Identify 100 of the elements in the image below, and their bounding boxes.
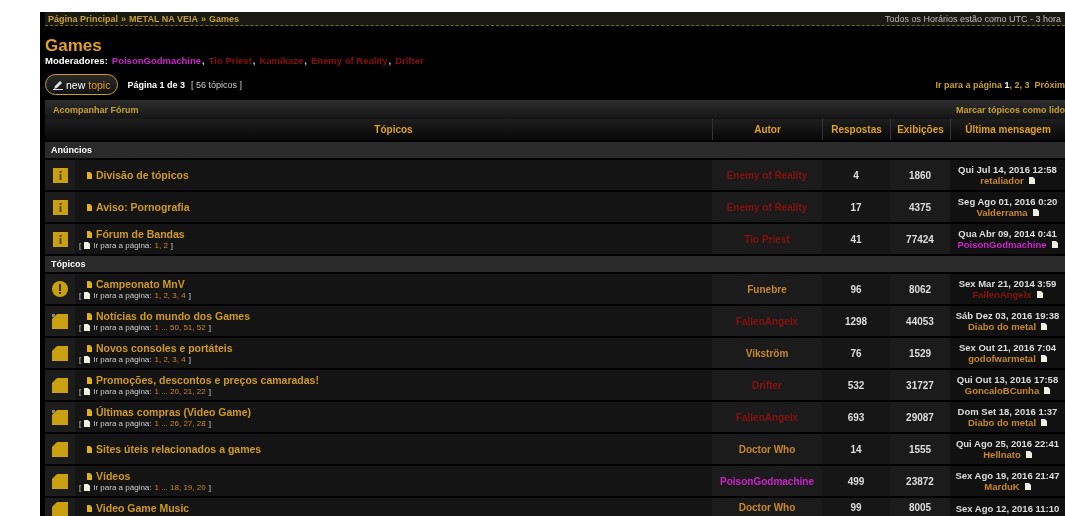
topic-icon xyxy=(52,377,68,393)
page-links[interactable]: 1, 2 xyxy=(154,241,168,250)
topic-count: [ 56 tópicos ] xyxy=(191,79,242,90)
view-post-icon xyxy=(1041,323,1048,330)
topic-title[interactable]: Divisão de tópicos xyxy=(96,169,189,181)
page-icon xyxy=(84,388,91,395)
views-count: 1860 xyxy=(890,160,950,190)
views-count: 4375 xyxy=(890,192,950,222)
views-count: 8005 xyxy=(890,498,950,516)
bracket: ] xyxy=(170,241,174,250)
topic-icon xyxy=(52,473,68,489)
bullet-icon xyxy=(87,376,92,384)
replies-count: 14 xyxy=(822,434,890,464)
topic-title[interactable]: Notícias do mundo dos Games xyxy=(96,310,251,322)
last-poster-link[interactable]: PoisonGodmachine xyxy=(957,239,1047,250)
page-links[interactable]: 1, 2, 3, 4 xyxy=(154,355,186,364)
view-post-icon xyxy=(1036,291,1043,298)
last-poster-link[interactable]: Valderrama xyxy=(976,207,1028,218)
topic-title[interactable]: Campeonato MnV xyxy=(96,278,185,290)
last-poster-link[interactable]: Hellnato xyxy=(983,449,1021,460)
pagination-links[interactable]: Ir para a página 1, 2, 3 Próxim xyxy=(935,79,1065,90)
pagination-label: Ir para a página: xyxy=(93,291,152,300)
column-header: Tópicos xyxy=(373,123,414,137)
topic-title[interactable]: Aviso: Pornografia xyxy=(96,201,190,213)
page-icon xyxy=(84,420,91,427)
view-post-icon xyxy=(1040,355,1047,362)
page-links[interactable]: 1 ... 26, 27, 28 xyxy=(154,419,206,428)
view-post-icon xyxy=(1051,241,1058,248)
bracket: ] xyxy=(208,483,211,492)
replies-count: 76 xyxy=(822,338,890,368)
views-count: 77424 xyxy=(890,224,950,254)
page-icon xyxy=(84,324,91,331)
author-link[interactable]: Funebre xyxy=(747,283,787,295)
page-info: Página 1 de 3 xyxy=(127,79,185,90)
topic-title[interactable]: Últimas compras (Video Game) xyxy=(96,406,252,418)
bracket: [ xyxy=(79,323,82,332)
bracket: ] xyxy=(208,419,211,428)
moderator-link[interactable]: PoisonGodmachine xyxy=(111,55,202,66)
page-links[interactable]: 1 ... 50, 51, 52 xyxy=(154,323,206,332)
breadcrumb-link[interactable]: Games xyxy=(208,13,239,24)
topic-title[interactable]: Sites úteis relacionados a games xyxy=(96,443,262,455)
announcement-icon xyxy=(52,231,68,247)
topic-title[interactable]: Promoções, descontos e preços camaradas! xyxy=(96,374,319,386)
last-post-date: Qui Jul 14, 2016 12:58 xyxy=(958,164,1057,175)
views-count: 31727 xyxy=(890,370,950,400)
bracket: ] xyxy=(188,355,191,364)
pagination-label: Ir para a página: xyxy=(93,323,152,332)
column-header: Última mensagem xyxy=(950,119,1065,140)
topic-title[interactable]: Video Game Music xyxy=(96,502,190,514)
bullet-icon xyxy=(87,445,92,453)
column-header: Autor xyxy=(712,119,822,140)
view-post-icon xyxy=(1025,451,1032,458)
section-header: Tópicos xyxy=(45,256,1065,274)
last-post-date: Qui Out 13, 2016 17:58 xyxy=(956,374,1059,385)
last-post-date: Qui Ago 25, 2016 22:41 xyxy=(955,438,1060,449)
last-poster-link[interactable]: Diabo do metal xyxy=(967,417,1037,428)
bullet-icon xyxy=(87,230,92,238)
bracket: [ xyxy=(79,241,82,250)
view-post-icon xyxy=(1024,483,1031,490)
last-post-date: Sex Out 21, 2016 7:04 xyxy=(958,342,1057,353)
separator: , xyxy=(304,55,307,66)
topic-icon xyxy=(52,409,68,425)
forum-title: Games xyxy=(45,38,103,54)
bullet-icon xyxy=(87,203,92,211)
pagination-label: Ir para a página: xyxy=(93,419,152,428)
breadcrumb-link[interactable]: METAL NA VEIA xyxy=(129,13,198,24)
new-topic-button[interactable]: new topic xyxy=(45,74,119,95)
last-poster-link[interactable]: Diabo do metal xyxy=(967,321,1037,332)
views-count: 1555 xyxy=(890,434,950,464)
last-post-date: Sáb Dez 03, 2016 19:38 xyxy=(955,310,1060,321)
pencil-icon xyxy=(53,79,63,90)
watch-forum-link[interactable]: Acompanhar Fórum xyxy=(53,104,139,115)
page-icon xyxy=(84,356,91,363)
mark-read-link[interactable]: Marcar tópicos como lido xyxy=(955,104,1065,115)
topic-title[interactable]: Fórum de Bandas xyxy=(96,228,185,240)
views-count: 1529 xyxy=(890,338,950,368)
pagination-label: Ir para a página: xyxy=(93,241,152,250)
last-poster-link[interactable]: GoncaloBCunha xyxy=(964,385,1040,396)
bracket: [ xyxy=(79,387,82,396)
replies-count: 532 xyxy=(822,370,890,400)
page-links[interactable]: 1 ... 20, 21, 22 xyxy=(154,387,206,396)
bullet-icon xyxy=(87,280,92,288)
breadcrumb-link[interactable]: Página Principal xyxy=(48,13,119,24)
last-poster-link[interactable]: retaliador xyxy=(980,175,1024,186)
column-header: Exibições xyxy=(890,119,950,140)
last-post-date: Dom Set 18, 2016 1:37 xyxy=(957,406,1058,417)
replies-count: 4 xyxy=(822,160,890,190)
replies-count: 99 xyxy=(822,498,890,516)
view-post-icon xyxy=(1032,209,1039,216)
views-count: 44053 xyxy=(890,306,950,336)
topic-title[interactable]: Vídeos xyxy=(96,470,131,482)
last-post-date: Seg Ago 01, 2016 0:20 xyxy=(957,196,1058,207)
bracket: [ xyxy=(79,483,82,492)
bullet-icon xyxy=(87,472,92,480)
page-links[interactable]: 1 ... 18, 19, 20 xyxy=(154,483,206,492)
topic-title[interactable]: Novos consoles e portáteis xyxy=(96,342,233,354)
page-links[interactable]: 1, 2, 3, 4 xyxy=(154,291,186,300)
author-link[interactable]: Vikström xyxy=(745,347,789,359)
last-poster-link[interactable]: godofwarmetal xyxy=(968,353,1036,364)
last-poster-link[interactable]: MarduK xyxy=(984,481,1020,492)
